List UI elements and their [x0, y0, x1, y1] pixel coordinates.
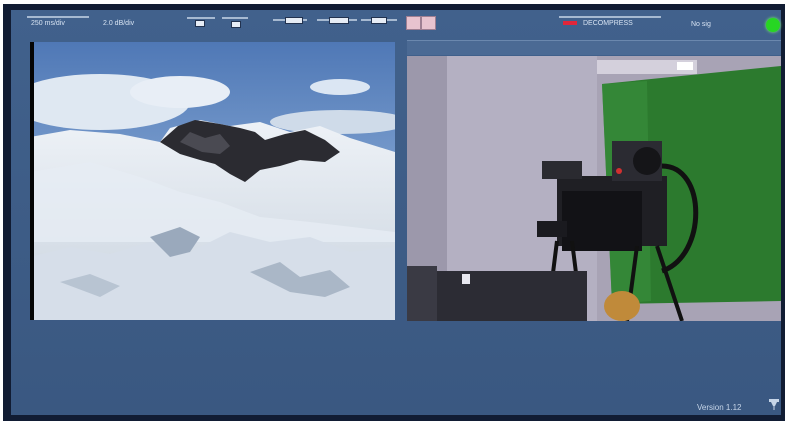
- slider-track-2[interactable]: [222, 17, 248, 19]
- signal-label: No sig: [691, 21, 711, 28]
- video-view-left[interactable]: [30, 42, 395, 320]
- slider-knob-2[interactable]: [231, 21, 241, 28]
- status-text: DECOMPRESS: [583, 20, 633, 27]
- slider-knob-4[interactable]: [329, 17, 349, 24]
- record-indicator: [563, 21, 577, 25]
- toolbar-divider: [27, 16, 89, 18]
- studio-camera-green-screen-video: [407, 56, 781, 321]
- toolbar-label-2[interactable]: 2.0 dB/div: [103, 19, 134, 28]
- status-led-icon: [766, 18, 780, 32]
- slider-knob-5[interactable]: [371, 17, 387, 24]
- status-track: [559, 16, 661, 18]
- slider-knob-1[interactable]: [195, 20, 205, 27]
- toggle-button-1[interactable]: [406, 16, 421, 30]
- slider-knob-3[interactable]: [285, 17, 303, 24]
- version-label: Version 1.12: [697, 403, 742, 412]
- video-header-right: [407, 40, 781, 55]
- toolbar-label-1[interactable]: 250 ms/div: [31, 19, 65, 28]
- main-panel: 250 ms/div 2.0 dB/div DECOMPRESS No sig: [11, 10, 781, 415]
- mountain-glacier-video: [30, 42, 395, 320]
- slider-track-1[interactable]: [187, 17, 215, 19]
- pin-icon[interactable]: [767, 397, 781, 411]
- toolbar: 250 ms/div 2.0 dB/div DECOMPRESS No sig: [11, 10, 781, 36]
- video-view-right[interactable]: [407, 56, 781, 321]
- app-window: 250 ms/div 2.0 dB/div DECOMPRESS No sig: [3, 4, 785, 421]
- toggle-button-2[interactable]: [421, 16, 436, 30]
